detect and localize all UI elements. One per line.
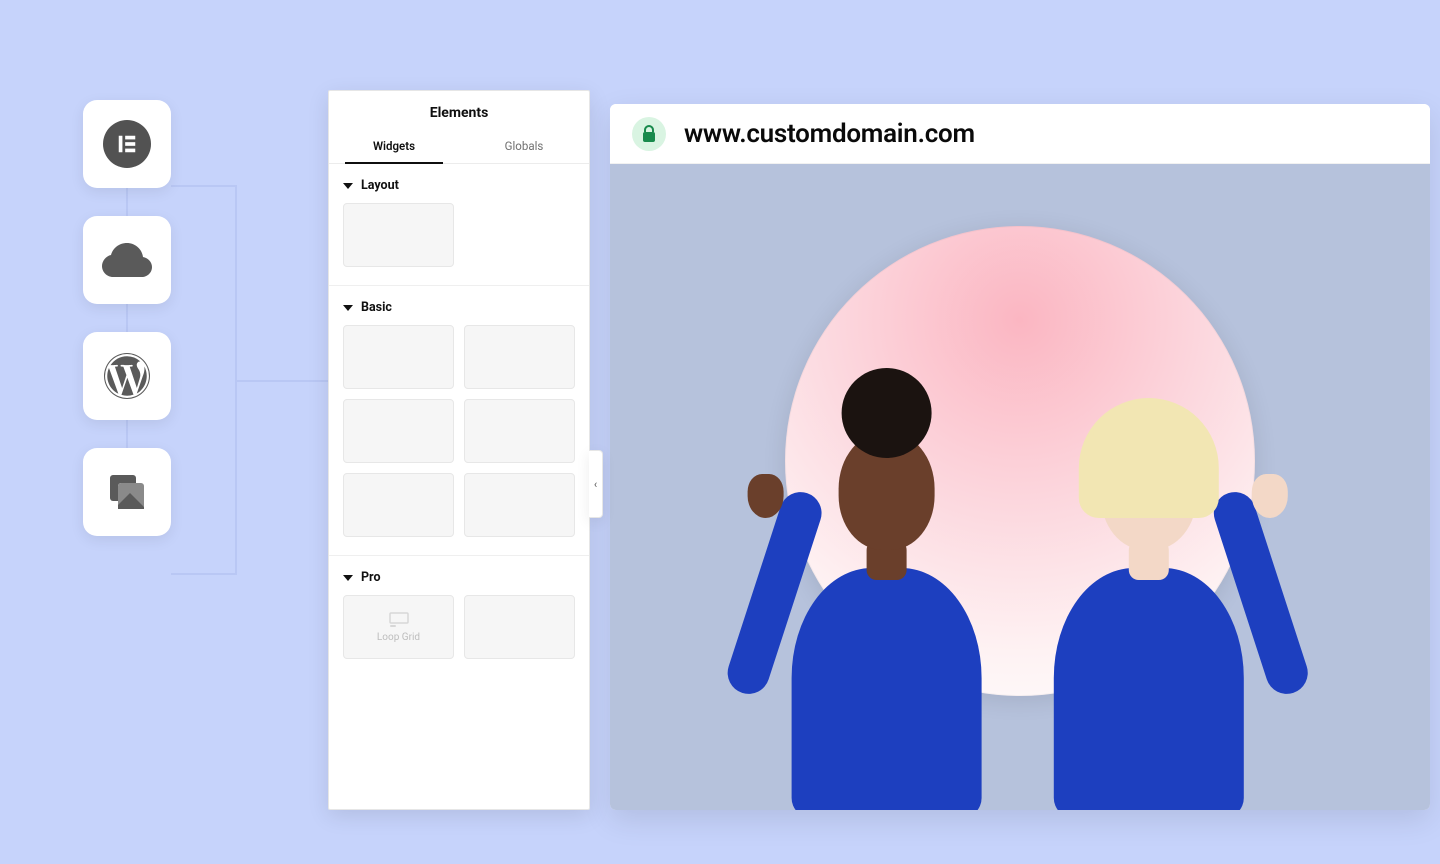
hero-figure-right — [1034, 388, 1264, 810]
integration-wordpress[interactable] — [83, 332, 171, 420]
chevron-down-icon — [343, 183, 353, 189]
chevron-down-icon — [343, 575, 353, 581]
integration-elementor[interactable] — [83, 100, 171, 188]
section-basic-toggle[interactable]: Basic — [343, 296, 575, 325]
chevron-left-icon: ‹ — [594, 478, 597, 491]
section-layout: Layout — [329, 164, 589, 286]
widget-placeholder[interactable] — [343, 473, 454, 537]
widget-placeholder[interactable] — [464, 595, 575, 659]
connector-line — [235, 380, 328, 382]
widget-placeholder[interactable] — [343, 325, 454, 389]
widget-placeholder[interactable] — [464, 473, 575, 537]
tab-globals[interactable]: Globals — [459, 131, 589, 163]
section-pro-toggle[interactable]: Pro — [343, 566, 575, 595]
ssl-badge — [632, 117, 666, 151]
connector-line — [171, 185, 235, 187]
section-label: Pro — [361, 570, 381, 585]
section-layout-toggle[interactable]: Layout — [343, 174, 575, 203]
templates-icon — [106, 471, 148, 513]
wordpress-icon — [104, 353, 150, 399]
integration-icon-column — [83, 100, 171, 536]
widget-loop-grid[interactable]: Loop Grid — [343, 595, 454, 659]
integration-hosting[interactable] — [83, 216, 171, 304]
widget-placeholder[interactable] — [343, 399, 454, 463]
section-basic: Basic — [329, 286, 589, 556]
widget-placeholder[interactable] — [464, 325, 575, 389]
site-preview-browser: www.customdomain.com — [610, 104, 1430, 810]
panel-collapse-handle[interactable]: ‹ — [589, 450, 603, 518]
panel-title: Elements — [329, 91, 589, 131]
cloud-icon — [102, 243, 152, 277]
lock-icon — [641, 125, 657, 143]
chevron-down-icon — [343, 305, 353, 311]
elementor-icon — [103, 120, 151, 168]
address-bar[interactable]: www.customdomain.com — [610, 104, 1430, 164]
elements-panel: Elements Widgets Globals Layout Basic — [328, 90, 590, 810]
section-label: Basic — [361, 300, 392, 315]
widget-placeholder[interactable] — [343, 203, 454, 267]
integration-templates[interactable] — [83, 448, 171, 536]
site-preview-viewport — [610, 164, 1430, 810]
section-label: Layout — [361, 178, 399, 193]
connector-line — [171, 573, 235, 575]
widget-placeholder[interactable] — [464, 399, 575, 463]
address-bar-url: www.customdomain.com — [684, 119, 975, 149]
widget-label: Loop Grid — [377, 632, 420, 643]
panel-tabs: Widgets Globals — [329, 131, 589, 164]
panel-sections: Layout Basic Pro — [329, 164, 589, 809]
section-pro: Pro Loop Grid — [329, 556, 589, 681]
hero-figure-left — [772, 388, 1002, 810]
tab-widgets[interactable]: Widgets — [329, 131, 459, 163]
loop-grid-icon — [389, 612, 409, 628]
